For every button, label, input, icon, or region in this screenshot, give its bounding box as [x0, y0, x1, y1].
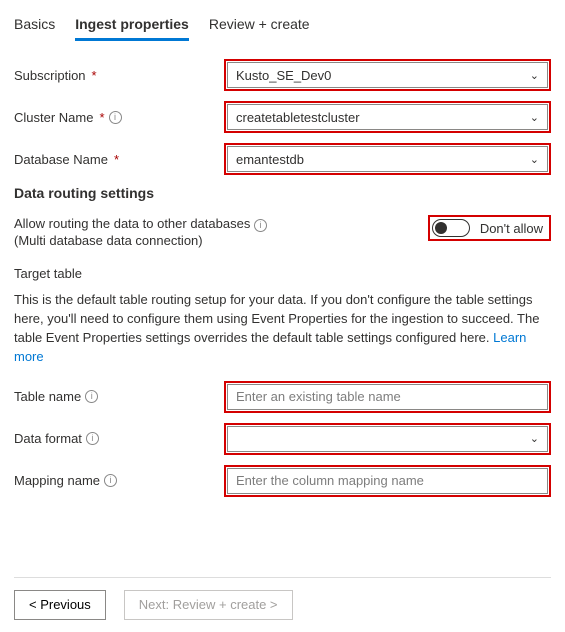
data-format-label: Data format	[14, 431, 82, 446]
target-table-heading: Target table	[14, 266, 551, 281]
tab-review-create[interactable]: Review + create	[209, 12, 310, 41]
chevron-down-icon: ⌄	[530, 432, 539, 445]
info-icon[interactable]: i	[85, 390, 98, 403]
required-marker: *	[114, 152, 119, 167]
tab-strip: Basics Ingest properties Review + create	[14, 12, 551, 41]
required-marker: *	[99, 110, 104, 125]
required-marker: *	[92, 68, 97, 83]
chevron-down-icon: ⌄	[530, 111, 539, 124]
mapping-name-input[interactable]: Enter the column mapping name	[227, 468, 548, 494]
cluster-name-label: Cluster Name	[14, 110, 93, 125]
cluster-name-value: createtabletestcluster	[236, 110, 360, 125]
tab-basics[interactable]: Basics	[14, 12, 55, 41]
previous-button[interactable]: < Previous	[14, 590, 106, 620]
cluster-name-select[interactable]: createtabletestcluster ⌄	[227, 104, 548, 130]
data-format-select[interactable]: ⌄	[227, 426, 548, 452]
toggle-knob	[435, 222, 447, 234]
data-routing-heading: Data routing settings	[14, 185, 551, 201]
tab-ingest-properties[interactable]: Ingest properties	[75, 12, 189, 41]
target-table-description: This is the default table routing setup …	[14, 291, 551, 366]
mapping-name-placeholder: Enter the column mapping name	[236, 473, 424, 488]
wizard-footer: < Previous Next: Review + create >	[14, 577, 551, 620]
subscription-value: Kusto_SE_Dev0	[236, 68, 331, 83]
info-icon[interactable]: i	[109, 111, 122, 124]
database-name-label: Database Name	[14, 152, 108, 167]
info-icon[interactable]: i	[86, 432, 99, 445]
database-name-select[interactable]: emantestdb ⌄	[227, 146, 548, 172]
allow-routing-toggle[interactable]	[432, 219, 470, 237]
next-review-create-button[interactable]: Next: Review + create >	[124, 590, 293, 620]
table-name-input[interactable]: Enter an existing table name	[227, 384, 548, 410]
table-name-placeholder: Enter an existing table name	[236, 389, 401, 404]
table-name-label: Table name	[14, 389, 81, 404]
info-icon[interactable]: i	[254, 219, 267, 232]
target-desc-text: This is the default table routing setup …	[14, 292, 539, 345]
database-name-value: emantestdb	[236, 152, 304, 167]
subscription-label: Subscription	[14, 68, 86, 83]
chevron-down-icon: ⌄	[530, 69, 539, 82]
mapping-name-label: Mapping name	[14, 473, 100, 488]
subscription-select[interactable]: Kusto_SE_Dev0 ⌄	[227, 62, 548, 88]
routing-line2: (Multi database data connection)	[14, 233, 267, 248]
routing-line1: Allow routing the data to other database…	[14, 216, 250, 231]
chevron-down-icon: ⌄	[530, 153, 539, 166]
info-icon[interactable]: i	[104, 474, 117, 487]
toggle-state-label: Don't allow	[480, 221, 543, 236]
